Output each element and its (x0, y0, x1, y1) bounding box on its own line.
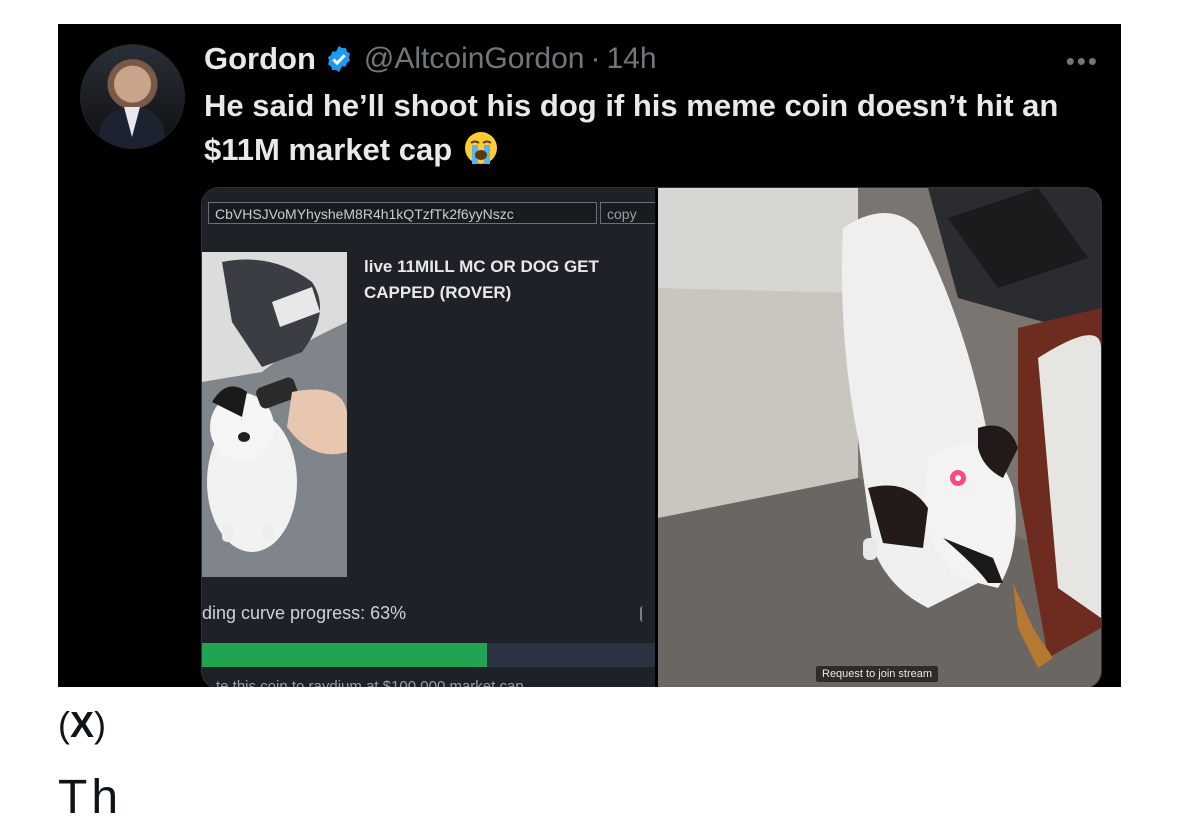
more-options-icon[interactable]: ••• (1066, 46, 1099, 77)
tweet-media[interactable]: CbVHSJVoMYhysheM8R4h1kQTzfTk2f6yyNszc co… (201, 187, 1102, 687)
tweet-card[interactable]: Gordon @AltcoinGordon · 14h ••• He said … (58, 24, 1121, 687)
tweet-text-body: He said he’ll shoot his dog if his meme … (204, 88, 1059, 167)
loudly-crying-face-icon (464, 132, 497, 164)
contract-address: CbVHSJVoMYhysheM8R4h1kQTzfTk2f6yyNszc (208, 202, 597, 224)
source-paren-close: ) (94, 704, 107, 745)
separator-dot: · (590, 42, 601, 75)
pump-screenshot-image[interactable]: CbVHSJVoMYhysheM8R4h1kQTzfTk2f6yyNszc co… (202, 188, 655, 687)
tweet-timestamp[interactable]: 14h (606, 42, 656, 76)
progress-bar-fill (202, 643, 487, 667)
source-x-label[interactable]: X (70, 704, 94, 745)
dog-gun-photo (202, 252, 347, 577)
cut-off-article-text: Th (58, 770, 898, 830)
info-icon (640, 606, 646, 622)
partial-text: Th (58, 771, 123, 824)
dog-laser-photo[interactable]: Request to join stream (658, 188, 1101, 687)
tweet-header: Gordon @AltcoinGordon · 14h (204, 40, 657, 78)
bonding-curve-progress-bar (202, 643, 655, 667)
source-paren-open: ( (58, 704, 70, 745)
bonding-curve-label: ding curve progress: 63% (202, 603, 407, 623)
dog-laser-scene (658, 188, 1101, 687)
verified-badge-icon (327, 45, 350, 73)
author-name[interactable]: Gordon (204, 41, 316, 77)
author-handle[interactable]: @AltcoinGordon (364, 42, 585, 76)
request-to-join-stream-button[interactable]: Request to join stream (816, 666, 939, 682)
source-credit: (X) (58, 704, 106, 746)
raydium-note: te this coin to raydium at $100,000 mark… (216, 678, 524, 687)
tweet-text: He said he’ll shoot his dog if his meme … (204, 84, 1104, 172)
avatar[interactable] (80, 44, 185, 149)
copy-button: copy (600, 202, 655, 224)
coin-title: live 11MILL MC OR DOG GET CAPPED (ROVER) (364, 257, 599, 302)
